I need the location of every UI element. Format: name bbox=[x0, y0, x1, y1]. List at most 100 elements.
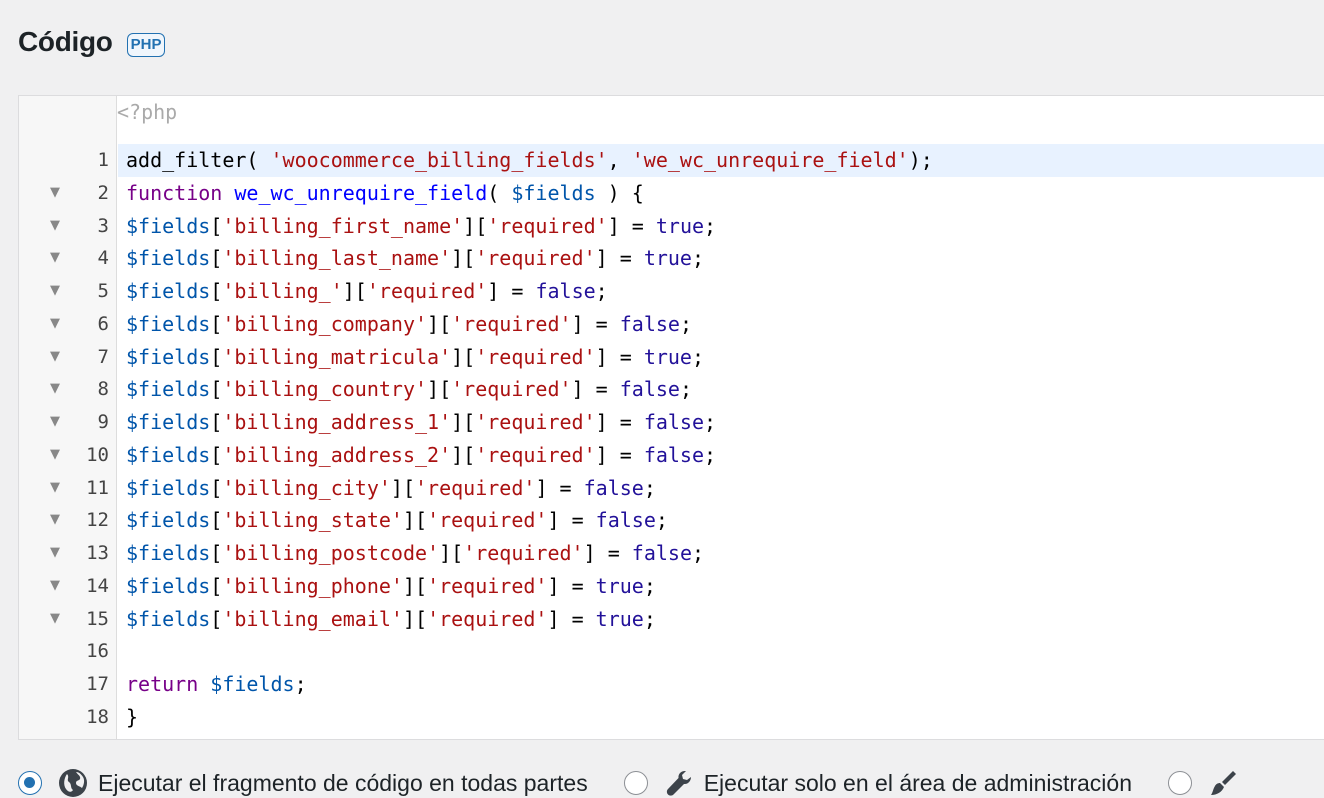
code-token: [ bbox=[210, 475, 223, 500]
code-editor[interactable]: <?php 1 add_filter( 'woocommerce_billing_… bbox=[18, 95, 1324, 740]
fold-toggle-icon[interactable]: ▼ bbox=[47, 341, 63, 374]
code-line[interactable]: 17 return $fields; bbox=[19, 668, 1324, 701]
radio-frontend[interactable] bbox=[1168, 771, 1192, 795]
fold-toggle-icon[interactable]: ▼ bbox=[47, 210, 63, 243]
language-badge: PHP bbox=[126, 33, 166, 57]
code-token: ; bbox=[643, 606, 656, 631]
code-token: ; bbox=[643, 475, 656, 500]
fold-toggle-icon[interactable]: ▼ bbox=[47, 406, 63, 439]
code-line[interactable]: ▼ 5 $fields['billing_']['required'] = fals… bbox=[19, 275, 1324, 308]
code-token: ] = bbox=[547, 573, 596, 598]
code-line[interactable]: ▼ 13 $fields['billing_postcode']['required… bbox=[19, 537, 1324, 570]
code-text[interactable]: $fields['billing_address_2']['required']… bbox=[118, 439, 1324, 472]
code-token: ; bbox=[704, 410, 717, 434]
code-token: ][ bbox=[451, 410, 476, 434]
fold-toggle-icon[interactable]: ▼ bbox=[47, 242, 63, 275]
code-token: $fields bbox=[126, 213, 211, 238]
code-text[interactable]: } bbox=[118, 701, 1324, 734]
code-line[interactable]: ▼ 9 $fields['billing_address_1']['required… bbox=[19, 406, 1324, 439]
radio-everywhere[interactable] bbox=[18, 771, 42, 795]
fold-toggle-icon[interactable]: ▼ bbox=[47, 472, 63, 505]
wrench-icon bbox=[666, 771, 691, 796]
code-text[interactable]: $fields['billing_email']['required'] = t… bbox=[118, 603, 1324, 636]
code-text[interactable]: $fields['billing_first_name']['required'… bbox=[118, 210, 1324, 243]
code-token: false bbox=[619, 377, 680, 402]
code-token: ][ bbox=[402, 508, 428, 533]
code-token: ][ bbox=[451, 246, 476, 271]
code-token: 'required' bbox=[475, 442, 596, 467]
scope-option-label: Ejecutar solo en el área de administraci… bbox=[703, 769, 1132, 796]
code-token: ] = bbox=[595, 246, 644, 271]
code-token: , bbox=[607, 148, 632, 172]
code-token: } bbox=[126, 704, 139, 729]
code-text[interactable]: $fields['billing_state']['required'] = f… bbox=[118, 504, 1324, 537]
code-line[interactable]: ▼ 14 $fields['billing_phone']['required'] … bbox=[19, 570, 1324, 603]
code-line[interactable]: ▼ 15 $fields['billing_email']['required'] … bbox=[19, 603, 1324, 636]
line-number: 10 bbox=[86, 443, 109, 466]
scope-option-everywhere[interactable]: Ejecutar el fragmento de código en todas… bbox=[18, 768, 588, 798]
code-text[interactable]: $fields['billing_']['required'] = false; bbox=[118, 275, 1324, 308]
radio-admin[interactable] bbox=[623, 771, 648, 795]
code-text[interactable]: $fields['billing_phone']['required'] = t… bbox=[118, 570, 1324, 603]
code-token: ; bbox=[294, 672, 307, 696]
scope-options: Ejecutar el fragmento de código en todas… bbox=[18, 768, 1284, 798]
code-line[interactable]: 18} bbox=[19, 701, 1324, 734]
code-token: $fields bbox=[210, 672, 295, 696]
code-text[interactable]: function we_wc_unrequire_field( $fields … bbox=[118, 177, 1324, 210]
section-heading: Código PHP bbox=[18, 26, 166, 58]
code-line[interactable]: 1 add_filter( 'woocommerce_billing_fields… bbox=[19, 144, 1324, 177]
fold-toggle-icon[interactable]: ▼ bbox=[47, 275, 63, 308]
section-title: Código bbox=[18, 26, 113, 57]
code-lines[interactable]: 1 add_filter( 'woocommerce_billing_fields… bbox=[19, 144, 1324, 734]
code-token: true bbox=[655, 213, 705, 238]
fold-toggle-icon[interactable]: ▼ bbox=[47, 504, 63, 537]
code-text[interactable]: $fields['billing_country']['required'] =… bbox=[118, 373, 1324, 406]
code-line[interactable]: ▼ 4 $fields['billing_last_name']['required… bbox=[19, 242, 1324, 275]
code-token: ] = bbox=[595, 410, 644, 434]
code-line[interactable]: ▼ 2 function we_wc_unrequire_field( $field… bbox=[19, 177, 1324, 210]
code-token: [ bbox=[210, 311, 223, 336]
code-line[interactable]: ▼ 6 $fields['billing_company']['required']… bbox=[19, 308, 1324, 341]
code-token: 'billing_phone' bbox=[222, 573, 403, 598]
code-token: ] = bbox=[547, 606, 596, 631]
code-token: 'billing_company' bbox=[222, 311, 428, 336]
code-line[interactable]: ▼ 11 $fields['billing_city']['required'] =… bbox=[19, 472, 1324, 505]
code-token: 'woocommerce_billing_fields' bbox=[270, 148, 608, 172]
code-text[interactable]: $fields['billing_last_name']['required']… bbox=[118, 242, 1324, 275]
fold-toggle-icon[interactable]: ▼ bbox=[47, 537, 63, 570]
code-line[interactable]: 16 bbox=[19, 635, 1324, 668]
code-line[interactable]: ▼ 8 $fields['billing_country']['required']… bbox=[19, 373, 1324, 406]
code-token: add_filter( bbox=[126, 148, 271, 172]
code-token: false bbox=[643, 410, 705, 434]
code-token: ; bbox=[595, 279, 608, 303]
code-token: 'required' bbox=[475, 246, 596, 271]
code-token: 'required' bbox=[427, 606, 548, 631]
code-line[interactable]: ▼ 7 $fields['billing_matricula']['required… bbox=[19, 341, 1324, 374]
code-line[interactable]: ▼ 10 $fields['billing_address_2']['require… bbox=[19, 439, 1324, 472]
fold-toggle-icon[interactable]: ▼ bbox=[47, 177, 63, 210]
code-token: we_wc_unrequire_field bbox=[234, 180, 488, 205]
code-text[interactable]: $fields['billing_postcode']['required'] … bbox=[118, 537, 1324, 570]
code-token: false bbox=[583, 475, 644, 500]
code-token: 'billing_email' bbox=[222, 606, 403, 631]
code-line[interactable]: ▼ 3 $fields['billing_first_name']['require… bbox=[19, 210, 1324, 243]
fold-toggle-icon[interactable]: ▼ bbox=[47, 373, 63, 406]
code-text[interactable]: $fields['billing_address_1']['required']… bbox=[118, 406, 1324, 439]
code-text[interactable]: $fields['billing_matricula']['required']… bbox=[118, 341, 1324, 374]
code-text[interactable]: add_filter( 'woocommerce_billing_fields'… bbox=[118, 144, 1324, 177]
fold-toggle-icon[interactable]: ▼ bbox=[47, 603, 63, 636]
code-line[interactable]: ▼ 12 $fields['billing_state']['required'] … bbox=[19, 504, 1324, 537]
code-token: ); bbox=[908, 148, 933, 172]
fold-toggle-icon[interactable]: ▼ bbox=[47, 439, 63, 472]
code-text[interactable]: $fields['billing_company']['required'] =… bbox=[118, 308, 1324, 341]
code-token: $fields bbox=[126, 606, 211, 631]
scope-option-frontend[interactable] bbox=[1168, 768, 1248, 798]
code-token: 'required' bbox=[487, 213, 608, 238]
fold-toggle-icon[interactable]: ▼ bbox=[47, 570, 63, 603]
code-text[interactable]: return $fields; bbox=[118, 668, 1324, 701]
fold-toggle-icon[interactable]: ▼ bbox=[47, 308, 63, 341]
scope-option-admin[interactable]: Ejecutar solo en el área de administraci… bbox=[623, 768, 1132, 798]
code-text[interactable]: $fields['billing_city']['required'] = fa… bbox=[118, 472, 1324, 505]
code-token: [ bbox=[210, 377, 223, 402]
